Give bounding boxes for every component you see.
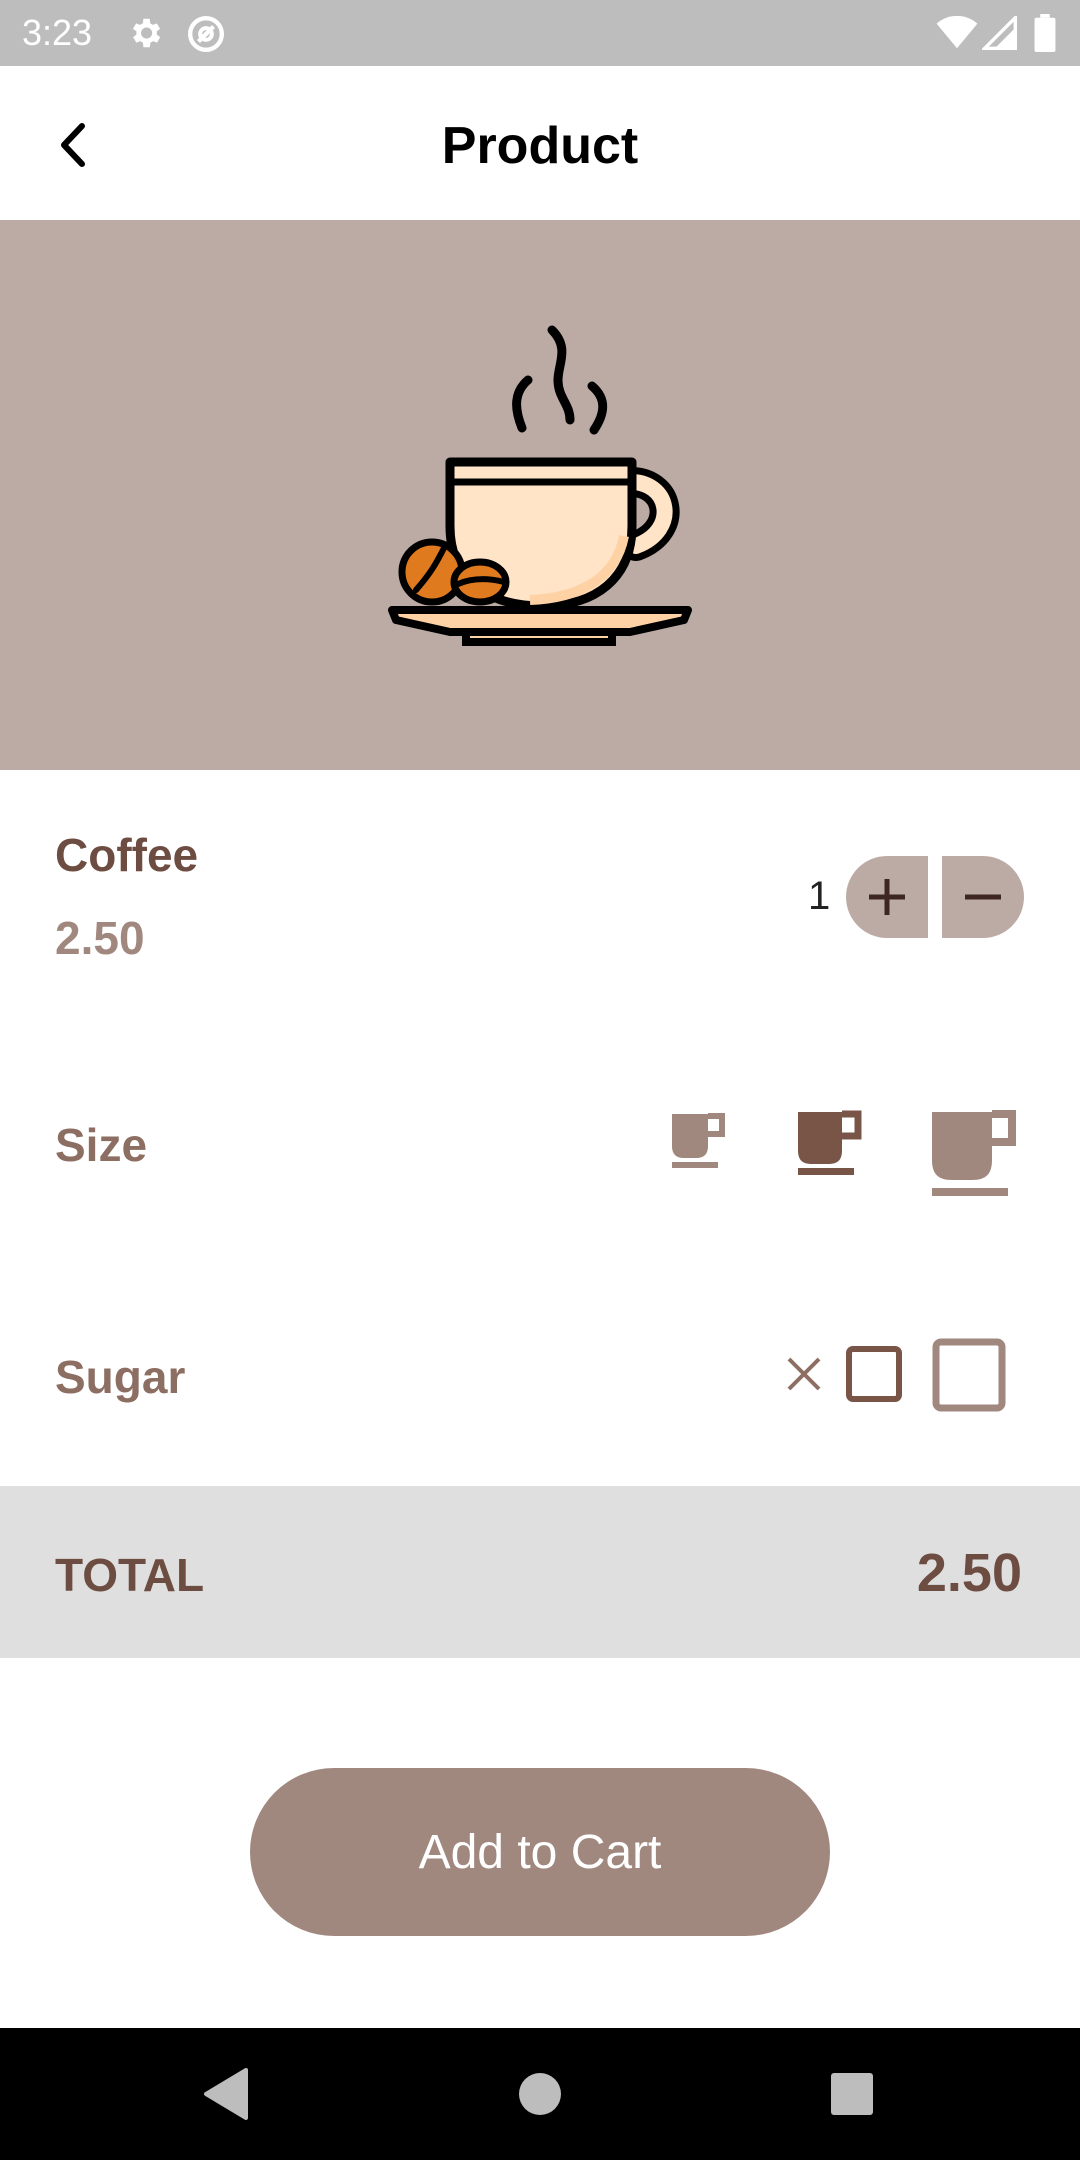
product-name: Coffee	[55, 829, 199, 881]
sugar-label: Sugar	[55, 1351, 186, 1403]
coffee-cup-illustration	[388, 325, 692, 646]
wifi-icon	[936, 15, 978, 55]
battery-icon	[1034, 14, 1056, 57]
small-cup-icon	[672, 1113, 725, 1168]
gear-icon	[126, 14, 164, 57]
navigation-bar	[0, 2028, 1080, 2160]
decrement-button[interactable]	[942, 856, 1024, 938]
size-label: Size	[55, 1119, 148, 1171]
total-bar: TOTAL 2.50	[0, 1486, 1080, 1658]
add-to-cart-button[interactable]: Add to Cart	[250, 1768, 830, 1936]
at-sign-icon	[186, 14, 226, 59]
signal-icon	[980, 13, 1018, 55]
sugar-none-button[interactable]	[786, 1356, 822, 1397]
total-label: TOTAL	[55, 1549, 205, 1601]
home-circle-icon[interactable]	[518, 2072, 562, 2121]
status-time: 3:23	[22, 12, 93, 53]
app-bar: Product	[0, 66, 1080, 220]
sugar-two-button[interactable]	[932, 1338, 1006, 1417]
medium-cup-icon	[798, 1110, 862, 1175]
status-bar: 3:23	[0, 0, 1080, 66]
plus-icon	[869, 879, 905, 915]
back-triangle-icon[interactable]	[202, 2066, 248, 2127]
quantity-value: 1	[808, 874, 831, 918]
page-title: Product	[441, 117, 639, 175]
sugar-one-button[interactable]	[846, 1346, 902, 1407]
no-sugar-icon	[787, 1357, 821, 1391]
recents-square-icon[interactable]	[830, 2072, 874, 2121]
one-sugar-icon	[846, 1346, 902, 1402]
minus-icon	[965, 894, 1001, 900]
product-price: 2.50	[55, 912, 145, 964]
large-cup-icon	[932, 1110, 1016, 1196]
increment-button[interactable]	[846, 856, 928, 938]
product-image-area	[0, 220, 1080, 770]
two-sugar-icon	[932, 1338, 1006, 1412]
size-medium-button[interactable]	[796, 1110, 862, 1181]
size-large-button[interactable]	[930, 1110, 1016, 1203]
size-small-button[interactable]	[670, 1112, 726, 1175]
total-value: 2.50	[916, 1543, 1022, 1603]
